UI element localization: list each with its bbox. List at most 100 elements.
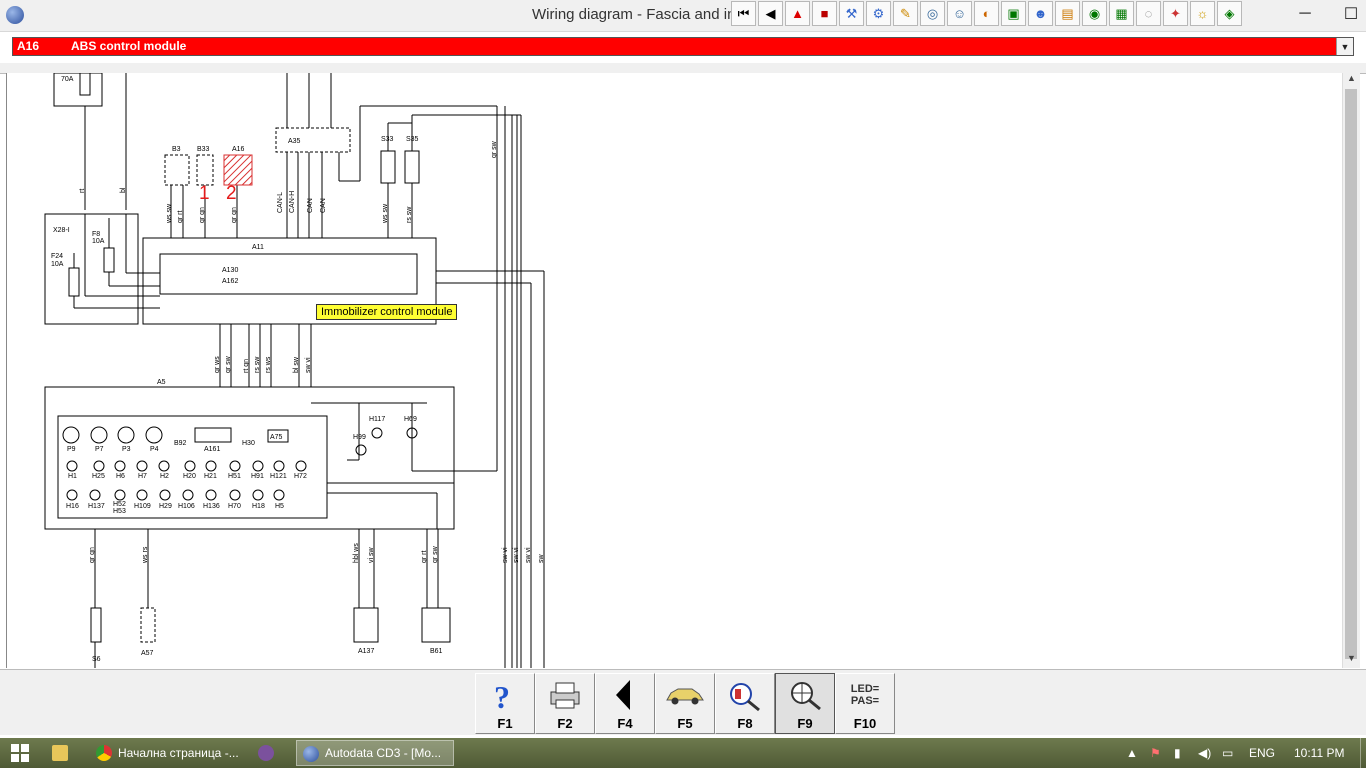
start-button[interactable] — [0, 738, 40, 768]
cluster-p4: P4 — [150, 446, 159, 453]
f4-button[interactable]: F4 — [595, 673, 655, 734]
lamp-h99: H99 — [353, 434, 366, 441]
show-hidden-icon[interactable]: ▲ — [1126, 738, 1138, 768]
cluster-a161: A161 — [204, 446, 220, 453]
key-icon[interactable]: ☼ — [1190, 1, 1215, 26]
f9-button[interactable]: F9 — [775, 673, 835, 734]
previous-icon[interactable]: ◀ — [758, 1, 783, 26]
wire-label: gr ws — [214, 356, 221, 373]
file-explorer-task[interactable] — [46, 740, 82, 766]
gauge-icon[interactable]: ◐ — [974, 1, 999, 26]
wire-label: gr sw — [491, 140, 498, 158]
f2-label: F2 — [557, 716, 573, 731]
fuse-70a-label: 70A — [61, 76, 74, 83]
minimize-button[interactable]: ─ — [1282, 0, 1328, 28]
wire-label: sw vi — [525, 547, 532, 563]
cluster-h109: H109 — [134, 503, 151, 510]
cluster-h121: H121 — [270, 473, 287, 480]
a57-label: A57 — [141, 650, 154, 657]
print-icon — [536, 676, 594, 714]
chrome-icon — [96, 745, 112, 761]
cluster-h6: H6 — [116, 473, 125, 480]
grid-icon[interactable]: ◈ — [1217, 1, 1242, 26]
scroll-up-icon[interactable]: ▲ — [1343, 73, 1360, 88]
message-icon[interactable]: ▭ — [1222, 738, 1233, 768]
network-status-icon[interactable]: ⚑ — [1150, 738, 1161, 768]
warning-icon[interactable]: ▲ — [785, 1, 810, 26]
tyre-icon[interactable]: ◉ — [1082, 1, 1107, 26]
vertical-scrollbar[interactable]: ▲ ▼ — [1342, 73, 1360, 668]
document-icon[interactable]: ▤ — [1055, 1, 1080, 26]
show-desktop-button[interactable] — [1360, 738, 1366, 768]
cluster-p3: P3 — [122, 446, 131, 453]
annotation-mark-2: 2 — [226, 183, 237, 204]
wire-label: sw — [538, 554, 545, 564]
wire-label: rt — [79, 189, 86, 193]
cluster-h7: H7 — [138, 473, 147, 480]
engine-icon[interactable]: ⚙ — [866, 1, 891, 26]
cluster-h70: H70 — [228, 503, 241, 510]
first-page-icon[interactable]: ⏮ — [731, 1, 756, 26]
airbag-icon[interactable]: ▦ — [1109, 1, 1134, 26]
locate-icon — [776, 676, 834, 714]
cluster-p9: P9 — [67, 446, 76, 453]
f1-button[interactable]: ? F1 — [475, 673, 535, 734]
a11-label: A11 — [252, 244, 264, 251]
ac-icon[interactable]: ✦ — [1163, 1, 1188, 26]
chevron-down-icon[interactable]: ▼ — [1336, 38, 1353, 55]
s6-label: S6 — [92, 656, 101, 663]
volume-icon[interactable]: ◀) — [1198, 738, 1211, 768]
wire-label: sw vi — [513, 547, 520, 563]
cluster-h137: H137 — [88, 503, 105, 510]
f5-button[interactable]: F5 — [655, 673, 715, 734]
f2-button[interactable]: F2 — [535, 673, 595, 734]
settings-icon[interactable]: ◎ — [920, 1, 945, 26]
s35-label: S35 — [406, 136, 419, 143]
cluster-h2: H2 — [160, 473, 169, 480]
cluster-h5: H5 — [275, 503, 284, 510]
scroll-down-icon[interactable]: ▼ — [1343, 653, 1360, 668]
f8-button[interactable]: F8 — [715, 673, 775, 734]
cluster-h51: H51 — [228, 473, 241, 480]
autodata-task[interactable]: Autodata CD3 - [Mo... — [296, 740, 454, 766]
f1-label: F1 — [497, 716, 513, 731]
language-indicator[interactable]: ENG — [1249, 738, 1275, 768]
disc-icon[interactable]: ◌ — [1136, 1, 1161, 26]
cluster-h20: H20 — [183, 473, 196, 480]
toolbar: ⏮ ◀ ▲ ■ ⚒ ⚙ ✎ ◎ ☺ ◐ ▣ ☻ ▤ ◉ ▦ ◌ ✦ ☼ ◈ — [731, 1, 1244, 26]
a130-label: A130 — [222, 267, 238, 274]
f10-button[interactable]: LED= PAS= F10 — [835, 673, 895, 734]
led-label: LED= — [850, 683, 880, 695]
a16-highlight[interactable] — [223, 154, 253, 186]
a137-label: A137 — [358, 648, 374, 655]
scroll-thumb[interactable] — [1345, 89, 1357, 659]
wire-label: sw vi — [502, 547, 509, 563]
wiring-diagram[interactable]: 70A X28-I F8 10A F24 10A B3 B33 A16 A35 … — [6, 73, 1343, 668]
wrench-icon[interactable]: ✎ — [893, 1, 918, 26]
browser-task[interactable]: Начална страница -... — [90, 740, 244, 766]
person-icon[interactable]: ☺ — [947, 1, 972, 26]
selector-code: A16 — [17, 39, 40, 53]
car-icon[interactable]: ▣ — [1001, 1, 1026, 26]
person-run-icon[interactable]: ☻ — [1028, 1, 1053, 26]
app-icon[interactable] — [6, 6, 24, 24]
autodata-icon — [303, 746, 319, 762]
cluster-h136: H136 — [203, 503, 220, 510]
signal-icon[interactable]: ▮ — [1174, 738, 1181, 768]
cluster-b92: B92 — [174, 440, 187, 447]
component-selector[interactable]: A16 ABS control module ▼ — [12, 37, 1354, 56]
f5-label: F5 — [677, 716, 693, 731]
help-icon: ? — [476, 676, 534, 714]
viber-task[interactable] — [252, 740, 288, 766]
component-icon[interactable]: ■ — [812, 1, 837, 26]
maximize-button[interactable]: ☐ — [1328, 0, 1366, 28]
b3-label: B3 — [172, 146, 181, 153]
b61-label: B61 — [430, 648, 443, 655]
tool-icon[interactable]: ⚒ — [839, 1, 864, 26]
window-title: Wiring diagram - Fascia and in — [532, 6, 736, 23]
f8-label: F8 — [92, 231, 100, 238]
lamp-h117: H117 — [369, 416, 385, 423]
wire-label: gr gn — [199, 207, 206, 223]
wire-label: sw vi — [305, 357, 312, 373]
clock[interactable]: 10:11 PM — [1294, 738, 1344, 768]
